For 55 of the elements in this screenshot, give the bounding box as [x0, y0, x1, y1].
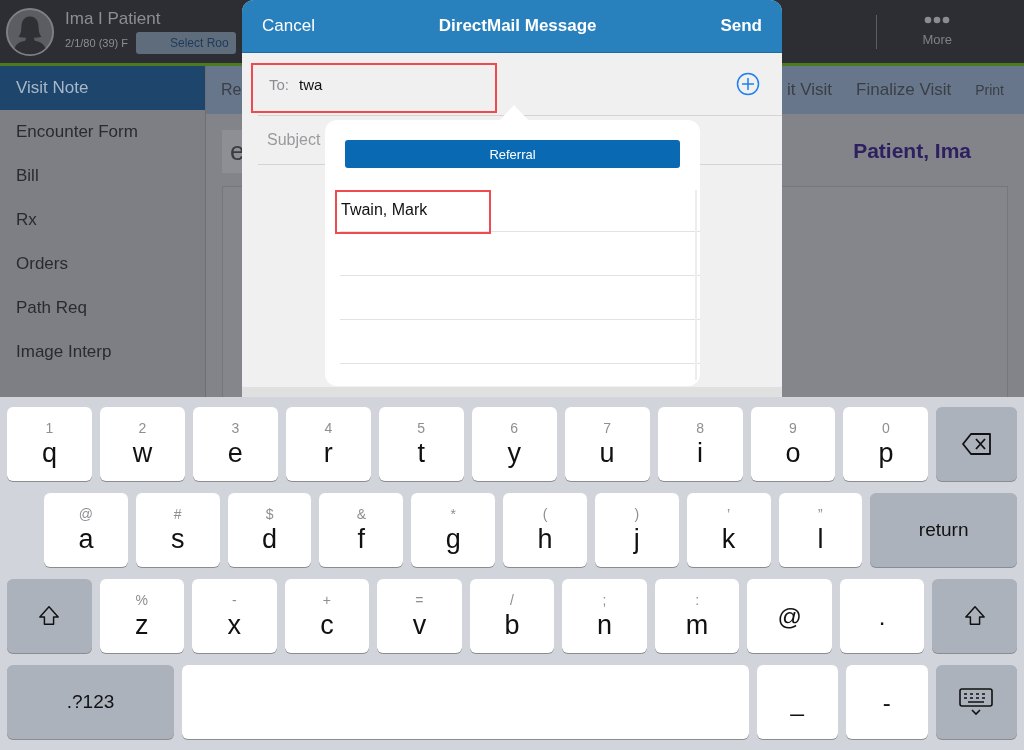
key[interactable]: 1 q	[7, 407, 92, 481]
add-icon[interactable]	[736, 72, 760, 96]
key[interactable]: .	[839, 579, 925, 653]
more-button[interactable]: More	[922, 16, 952, 47]
key[interactable]: ’ k	[686, 493, 771, 567]
referral-button[interactable]: Referral	[345, 140, 680, 168]
key[interactable]: ( h	[503, 493, 587, 567]
sidebar-item[interactable]: Path Req	[0, 286, 205, 330]
key[interactable]: % z	[99, 579, 185, 653]
keyboard-dismiss-key[interactable]	[935, 665, 1017, 739]
sidebar-item[interactable]: Bill	[0, 154, 205, 198]
key[interactable]: 2 w	[99, 407, 185, 481]
key[interactable]: : m	[654, 579, 740, 653]
key[interactable]: / b	[469, 579, 555, 653]
key[interactable]: 8 i	[657, 407, 743, 481]
backspace-key[interactable]	[936, 407, 1018, 481]
backspace-icon	[961, 433, 992, 455]
key[interactable]: = v	[377, 579, 462, 653]
number-mode-key[interactable]: .?123	[7, 665, 175, 739]
key[interactable]: - x	[192, 579, 277, 653]
return-key[interactable]: return	[870, 493, 1017, 567]
key[interactable]: ; n	[562, 579, 647, 653]
key[interactable]: _	[756, 665, 838, 739]
more-icon	[924, 16, 951, 24]
key[interactable]: ) j	[594, 493, 679, 567]
sidebar-item[interactable]: Visit Note	[0, 66, 205, 110]
sidebar-item[interactable]: Image Interp	[0, 330, 205, 374]
key[interactable]: $ d	[227, 493, 312, 567]
key[interactable]: @ a	[44, 493, 128, 567]
sidebar-item[interactable]: Encounter Form	[0, 110, 205, 154]
patient-dob: 2/1/80 (39) F	[65, 37, 128, 49]
key[interactable]: @	[747, 579, 832, 653]
sidebar-item[interactable]: Orders	[0, 242, 205, 286]
patient-heading: Patient, Ima	[853, 139, 971, 163]
key[interactable]: 9 o	[750, 407, 836, 481]
key[interactable]: * g	[411, 493, 496, 567]
keyboard-dismiss-icon	[959, 688, 994, 716]
key[interactable]: 7 u	[564, 407, 650, 481]
key[interactable]: # s	[135, 493, 220, 567]
dialog-title: DirectMail Message	[438, 16, 597, 36]
key[interactable]: + c	[284, 579, 370, 653]
key[interactable]: 3 e	[192, 407, 278, 481]
key[interactable]: & f	[319, 493, 404, 567]
key[interactable]: 6 y	[471, 407, 557, 481]
key[interactable]: 5 t	[378, 407, 464, 481]
subject-field[interactable]: Subject	[258, 130, 329, 150]
key[interactable]: 0 p	[843, 407, 929, 481]
sidebar-item[interactable]: Rx	[0, 198, 205, 242]
avatar-icon	[5, 6, 55, 57]
key[interactable]: ” l	[778, 493, 863, 567]
cancel-button[interactable]: Cancel	[262, 16, 315, 36]
patient-name: Ima I Patient	[65, 9, 162, 29]
send-button[interactable]: Send	[720, 16, 762, 36]
key[interactable]: -	[846, 665, 928, 739]
key[interactable]: 4 r	[285, 407, 371, 481]
